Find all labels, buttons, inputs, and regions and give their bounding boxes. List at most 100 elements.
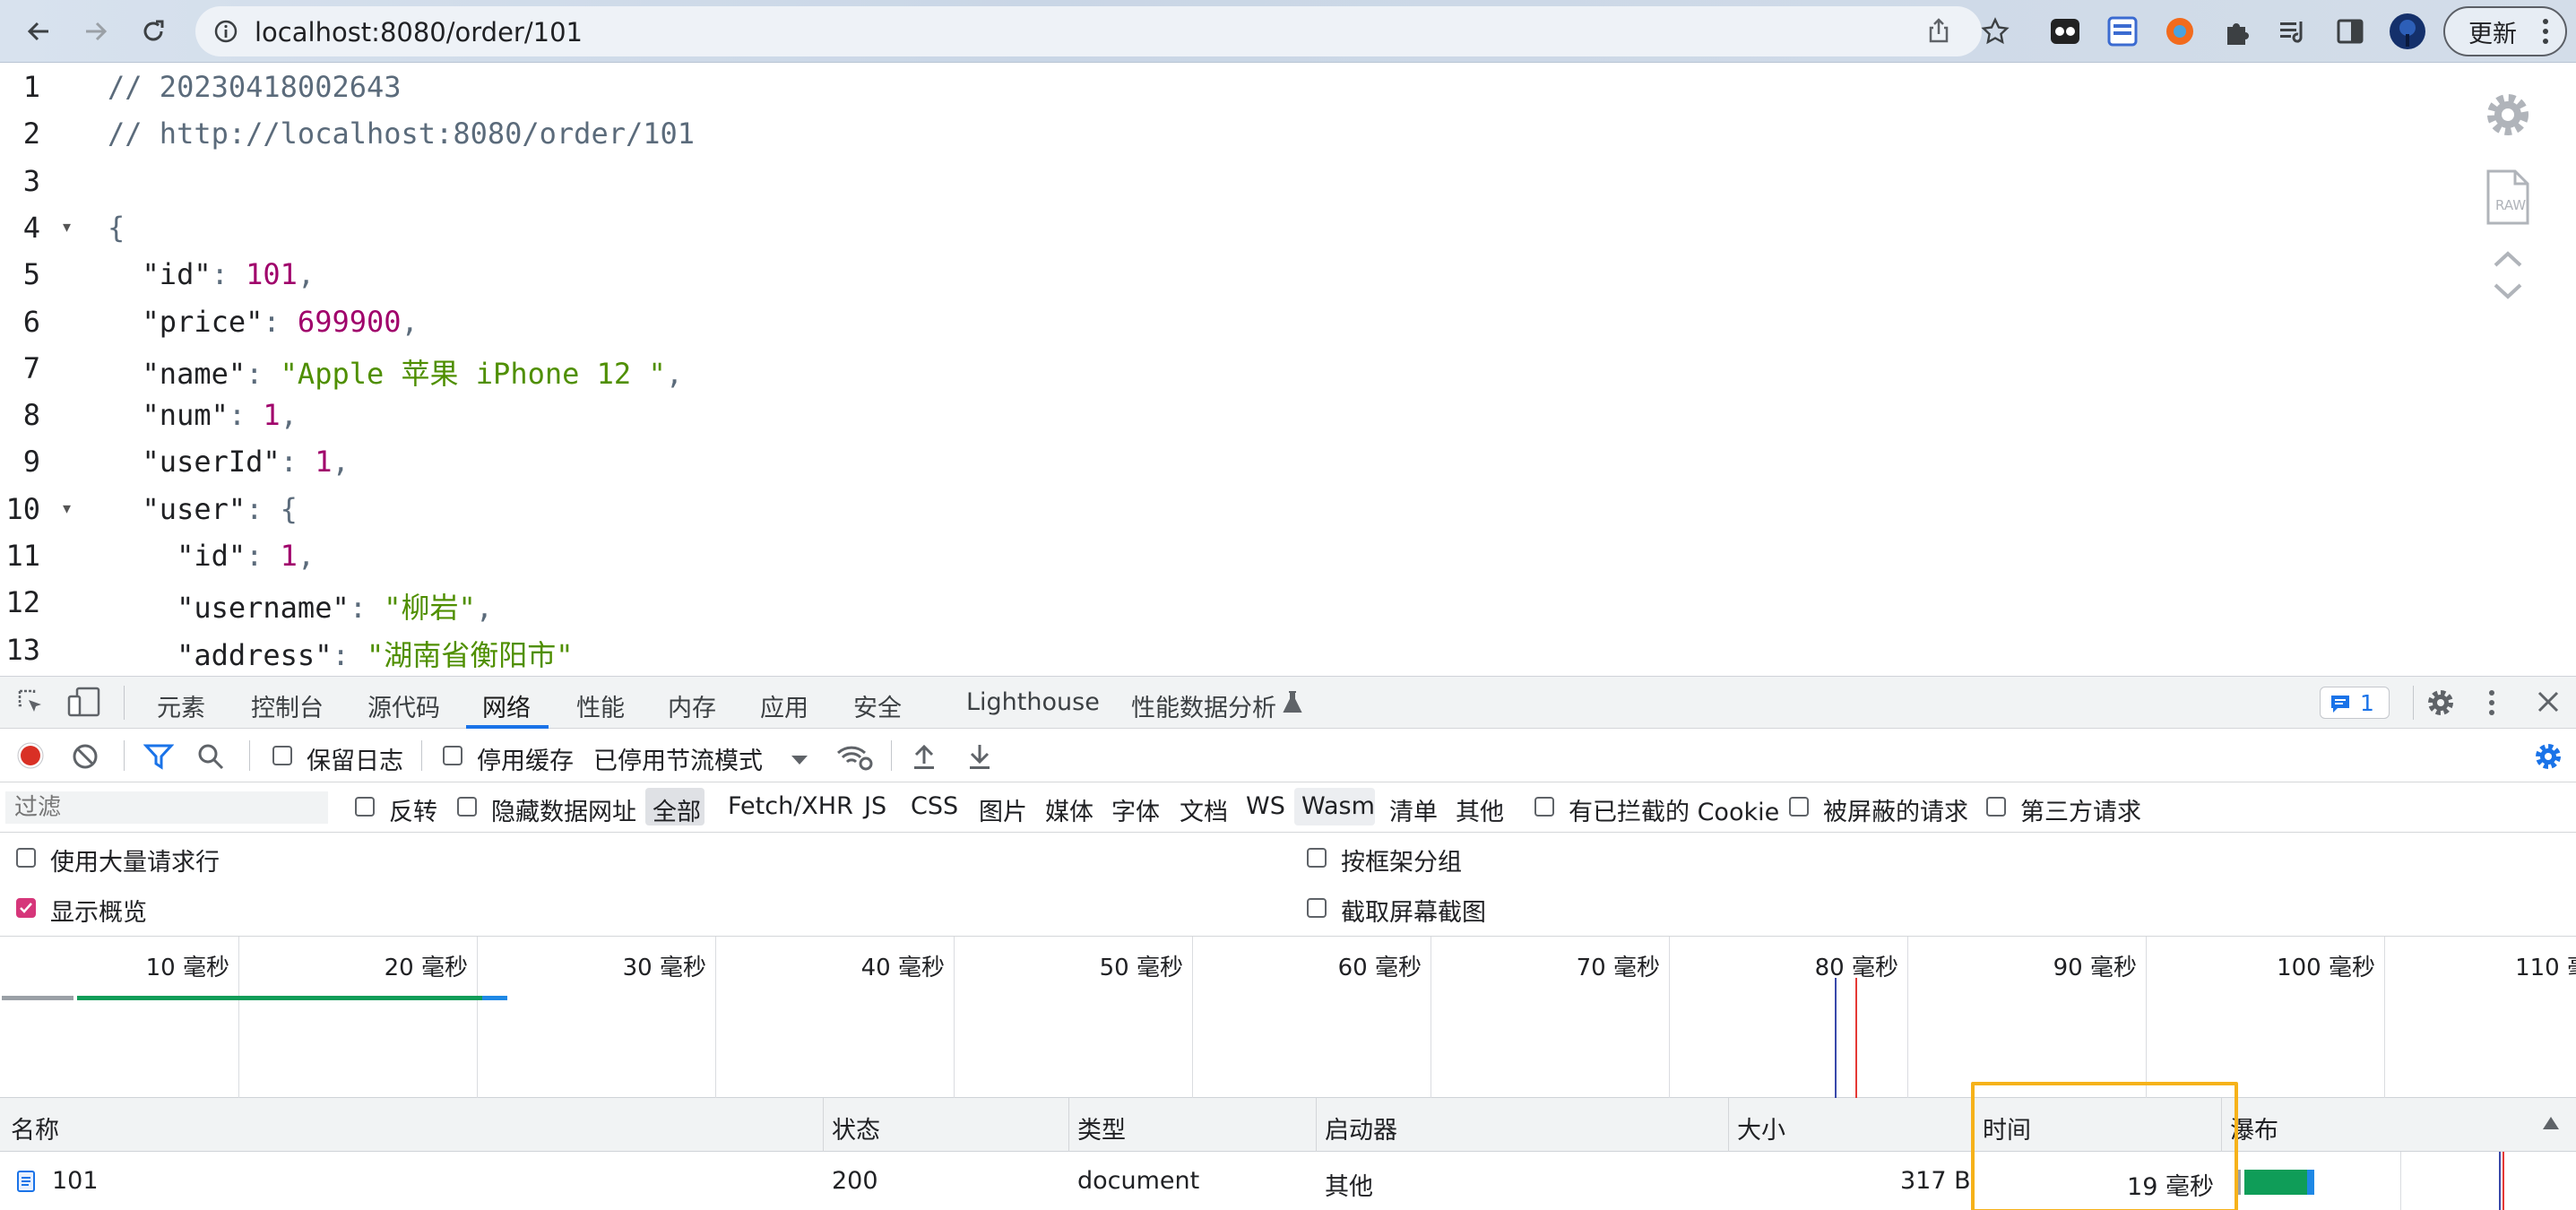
clear-icon[interactable] (72, 743, 99, 774)
column-status[interactable]: 状态 (832, 1111, 880, 1145)
device-toggle-icon[interactable] (66, 686, 102, 722)
code-line: "user": { (108, 492, 298, 526)
close-icon[interactable] (2537, 690, 2560, 717)
avatar[interactable] (2388, 12, 2427, 51)
extension-icon[interactable] (2160, 12, 2200, 51)
timeline-gridline (1192, 937, 1193, 1098)
filter-input[interactable] (5, 791, 328, 824)
timeline-gridline (954, 937, 955, 1098)
large-rows-checkbox[interactable] (16, 848, 36, 868)
type-filter-doc[interactable]: 文档 (1180, 792, 1228, 827)
type-filter-ws[interactable]: WS (1246, 792, 1285, 820)
network-settings-icon[interactable] (2533, 741, 2563, 775)
network-conditions-icon[interactable] (835, 742, 873, 774)
share-icon[interactable] (1925, 17, 1952, 48)
code-line: // 20230418002643 (108, 70, 402, 104)
type-filter-img[interactable]: 图片 (979, 792, 1027, 827)
tab-memory[interactable]: 内存 (668, 688, 716, 723)
sort-ascending-icon[interactable] (2542, 1116, 2560, 1134)
puzzle-icon[interactable] (2217, 12, 2257, 51)
preserve-log-checkbox[interactable] (272, 746, 292, 765)
devtools-tabbar: 元素 控制台 源代码 网络 性能 内存 应用 安全 Lighthouse 性能数… (0, 677, 2576, 729)
large-rows-label: 使用大量请求行 (50, 849, 220, 877)
reload-icon[interactable] (133, 11, 174, 52)
media-icon[interactable] (2273, 12, 2312, 51)
back-icon[interactable] (18, 11, 59, 52)
type-filter-all[interactable]: 全部 (653, 792, 701, 827)
code-token: { (280, 491, 298, 526)
tab-application[interactable]: 应用 (760, 688, 808, 723)
type-filter-other[interactable]: 其他 (1456, 792, 1504, 827)
gear-icon[interactable] (2483, 90, 2533, 143)
throttle-select[interactable]: 已停用节流模式 (593, 741, 763, 776)
star-icon[interactable] (1975, 12, 2015, 51)
fold-toggle-icon[interactable]: ▾ (63, 499, 71, 518)
chevron-up-icon[interactable] (2492, 249, 2524, 272)
show-overview-checkbox[interactable] (16, 898, 36, 918)
record-icon[interactable] (16, 741, 45, 774)
code-token: 1 (280, 539, 298, 573)
tab-network[interactable]: 网络 (482, 688, 531, 723)
column-initiator[interactable]: 启动器 (1325, 1111, 1397, 1145)
url-text: localhost:8080/order/101 (255, 17, 583, 48)
extension-icon[interactable] (2103, 12, 2142, 51)
upload-icon[interactable] (911, 742, 938, 774)
blocked-requests-checkbox[interactable] (1789, 797, 1809, 817)
code-token: , (297, 257, 316, 292)
tab-performance[interactable]: 性能 (576, 688, 625, 723)
type-filter-fetch[interactable]: Fetch/XHR (728, 792, 853, 820)
code-line: { (108, 211, 125, 245)
third-party-checkbox[interactable] (1986, 797, 2006, 817)
chevron-down-icon[interactable] (791, 752, 808, 769)
tab-console[interactable]: 控制台 (251, 688, 324, 723)
chevron-down-icon[interactable] (2492, 281, 2524, 305)
tab-sources[interactable]: 源代码 (367, 688, 440, 723)
waterfall-download (2307, 1170, 2314, 1195)
disable-cache-label: 停用缓存 (477, 748, 574, 775)
column-size[interactable]: 大小 (1737, 1111, 1785, 1145)
address-bar[interactable]: localhost:8080/order/101 (195, 6, 1982, 56)
sidepanel-icon[interactable] (2330, 12, 2370, 51)
column-type[interactable]: 类型 (1077, 1111, 1126, 1145)
type-filter-css[interactable]: CSS (911, 792, 958, 820)
timeline-overview[interactable]: 10 毫秒 20 毫秒 30 毫秒 40 毫秒 50 毫秒 60 毫秒 70 毫秒 80 毫秒… (0, 937, 2576, 1098)
hide-data-urls-checkbox[interactable] (457, 797, 477, 817)
capture-screenshots-checkbox[interactable] (1307, 898, 1327, 918)
download-icon[interactable] (966, 742, 993, 774)
tab-elements[interactable]: 元素 (157, 688, 205, 723)
type-filter-font[interactable]: 字体 (1111, 792, 1160, 827)
timeline-tick-label: 40 毫秒 (860, 955, 945, 981)
document-icon (16, 1170, 36, 1197)
tab-performance-insights[interactable]: 性能数据分析 (1131, 688, 1276, 723)
forward-icon[interactable] (75, 11, 117, 52)
inspect-icon[interactable] (16, 687, 47, 722)
extension-icon[interactable] (2045, 12, 2085, 51)
disable-cache-checkbox[interactable] (443, 746, 462, 765)
settings-icon[interactable] (2425, 687, 2456, 722)
more-icon[interactable] (2542, 18, 2549, 48)
tab-lighthouse[interactable]: Lighthouse (966, 688, 1100, 716)
more-icon[interactable] (2488, 689, 2495, 720)
tab-security[interactable]: 安全 (853, 688, 902, 723)
code-token: : (246, 539, 281, 573)
screen: localhost:8080/order/101 更新 1 // 2023041… (0, 0, 2576, 1210)
code-token: , (665, 356, 683, 391)
blocked-cookies-checkbox[interactable] (1534, 797, 1554, 817)
divider (124, 740, 125, 771)
column-name[interactable]: 名称 (11, 1111, 59, 1145)
type-filter-js[interactable]: JS (864, 792, 886, 820)
type-filter-wasm[interactable]: Wasm (1301, 792, 1375, 820)
timeline-gridline (1669, 937, 1670, 1098)
filter-icon[interactable] (143, 742, 175, 774)
invert-checkbox[interactable] (355, 797, 375, 817)
fold-toggle-icon[interactable]: ▾ (63, 218, 71, 237)
search-icon[interactable] (197, 743, 224, 774)
info-icon[interactable] (213, 19, 238, 48)
issues-badge[interactable]: 1 (2320, 687, 2390, 719)
blocked-cookies-label: 有已拦截的 Cookie (1569, 799, 1780, 826)
type-filter-manifest[interactable]: 清单 (1389, 792, 1438, 827)
group-by-frame-checkbox[interactable] (1307, 848, 1327, 868)
type-filter-media[interactable]: 媒体 (1045, 792, 1094, 827)
timeline-tick-label: 110 毫秒 (2515, 955, 2576, 981)
request-size: 317 B (1900, 1167, 1971, 1195)
